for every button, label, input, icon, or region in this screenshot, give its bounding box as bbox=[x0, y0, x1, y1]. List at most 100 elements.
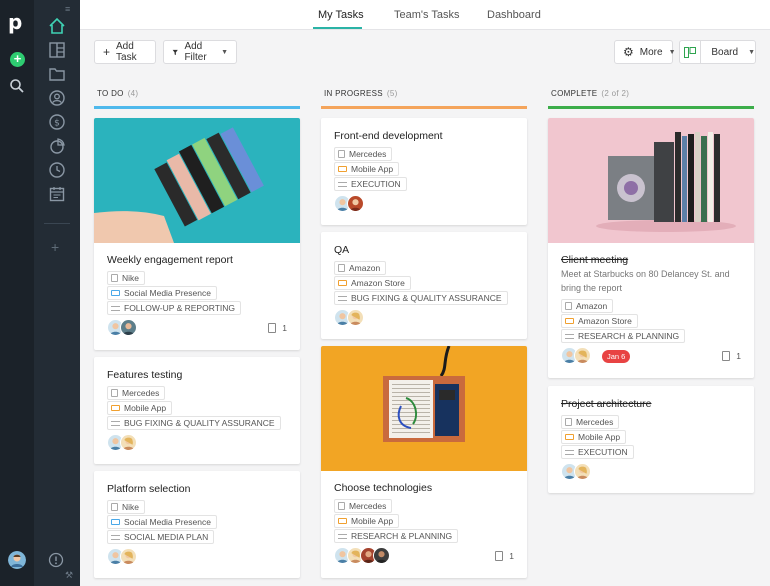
tag-stage[interactable]: BUG FIXING & QUALITY ASSURANCE bbox=[107, 416, 281, 430]
task-card[interactable]: Client meeting Meet at Starbucks on 80 D… bbox=[548, 118, 754, 378]
tag-label: FOLLOW-UP & REPORTING bbox=[124, 303, 235, 313]
due-date-badge[interactable]: Jan 6 bbox=[602, 350, 631, 363]
add-project-icon[interactable]: + bbox=[51, 239, 59, 255]
card-title[interactable]: Front-end development bbox=[334, 130, 443, 142]
column-count: (2 of 2) bbox=[601, 89, 630, 98]
folder-icon[interactable] bbox=[48, 65, 66, 83]
calendar-icon[interactable] bbox=[48, 185, 66, 203]
tag-project[interactable]: Mobile App bbox=[561, 430, 627, 444]
avatar[interactable] bbox=[347, 309, 364, 326]
tag-stage[interactable]: RESEARCH & PLANNING bbox=[561, 329, 686, 343]
task-card[interactable]: Front-end development Mercedes Mobile Ap… bbox=[321, 118, 527, 225]
assignees bbox=[107, 548, 137, 566]
tab-dashboard[interactable]: Dashboard bbox=[487, 9, 541, 21]
tag-stage[interactable]: BUG FIXING & QUALITY ASSURANCE bbox=[334, 291, 508, 305]
tab-teams-tasks[interactable]: Team's Tasks bbox=[394, 9, 459, 21]
attachments[interactable]: 1 bbox=[268, 323, 287, 333]
tag-client[interactable]: Mercedes bbox=[561, 415, 620, 429]
tag-client[interactable]: Mercedes bbox=[334, 147, 393, 161]
list-icon bbox=[338, 295, 347, 301]
tag-label: Mercedes bbox=[122, 388, 160, 398]
tab-my-tasks[interactable]: My Tasks bbox=[318, 9, 364, 21]
avatar[interactable] bbox=[120, 319, 137, 336]
avatar[interactable] bbox=[373, 547, 390, 564]
more-button[interactable]: ⚙ More ▼ bbox=[614, 40, 676, 64]
column-count: (5) bbox=[386, 89, 398, 98]
assignees bbox=[334, 309, 364, 327]
tag-label: RESEARCH & PLANNING bbox=[351, 531, 453, 541]
tag-label: EXECUTION bbox=[578, 447, 628, 457]
help-icon[interactable] bbox=[48, 552, 64, 568]
card-title[interactable]: Platform selection bbox=[107, 483, 190, 495]
card-title[interactable]: Weekly engagement report bbox=[107, 254, 233, 266]
client-icon bbox=[565, 302, 572, 310]
view-select[interactable]: Board ▼ bbox=[679, 40, 756, 64]
search-icon[interactable] bbox=[9, 78, 25, 94]
tag-project[interactable]: Mobile App bbox=[107, 401, 173, 415]
dollar-icon[interactable]: $ bbox=[48, 113, 66, 131]
column-accent bbox=[321, 106, 527, 109]
avatar[interactable] bbox=[347, 195, 364, 212]
tag-stage[interactable]: RESEARCH & PLANNING bbox=[334, 529, 459, 543]
avatar[interactable] bbox=[574, 347, 591, 364]
tag-project[interactable]: Social Media Presence bbox=[107, 286, 217, 300]
avatar[interactable] bbox=[8, 551, 26, 569]
folder-icon bbox=[565, 434, 574, 440]
main-area: My Tasks Team's Tasks Dashboard + Add Tas… bbox=[80, 0, 770, 586]
projects-icon[interactable] bbox=[48, 41, 66, 59]
card-title[interactable]: Client meeting bbox=[561, 254, 628, 266]
tag-client[interactable]: Mercedes bbox=[107, 386, 166, 400]
attachment-icon bbox=[495, 551, 504, 561]
add-filter-button[interactable]: Add Filter ▼ bbox=[163, 40, 237, 64]
task-card[interactable]: QA Amazon Amazon Store BUG FIXING & QUAL… bbox=[321, 232, 527, 339]
attachments[interactable]: 1 bbox=[495, 551, 514, 561]
tag-label: BUG FIXING & QUALITY ASSURANCE bbox=[124, 418, 275, 428]
plus-icon: + bbox=[103, 45, 111, 59]
logo-icon[interactable]: p bbox=[8, 12, 26, 32]
tag-stage[interactable]: EXECUTION bbox=[561, 445, 634, 459]
plus-icon[interactable]: + bbox=[10, 52, 25, 67]
tag-client[interactable]: Nike bbox=[107, 500, 146, 514]
tag-project[interactable]: Social Media Presence bbox=[107, 515, 217, 529]
tag-label: Amazon Store bbox=[351, 278, 405, 288]
tag-label: Mobile App bbox=[351, 164, 394, 174]
tag-project[interactable]: Amazon Store bbox=[561, 314, 638, 328]
chart-icon[interactable] bbox=[48, 137, 66, 155]
attachments[interactable]: 1 bbox=[722, 351, 741, 361]
card-title[interactable]: Features testing bbox=[107, 369, 182, 381]
home-icon[interactable] bbox=[48, 17, 66, 35]
tag-stage[interactable]: SOCIAL MEDIA PLAN bbox=[107, 530, 215, 544]
card-cover-image bbox=[548, 118, 754, 243]
column-title: IN PROGRESS bbox=[324, 89, 383, 98]
tag-stage[interactable]: EXECUTION bbox=[334, 177, 407, 191]
task-card[interactable]: Features testing Mercedes Mobile App BUG… bbox=[94, 357, 300, 464]
tag-project[interactable]: Amazon Store bbox=[334, 276, 411, 290]
tag-project[interactable]: Mobile App bbox=[334, 514, 400, 528]
column-accent bbox=[548, 106, 754, 109]
avatar[interactable] bbox=[120, 434, 137, 451]
task-card[interactable]: Project architecture Mercedes Mobile App… bbox=[548, 386, 754, 493]
card-title[interactable]: Project architecture bbox=[561, 398, 651, 410]
people-icon[interactable] bbox=[48, 89, 66, 107]
tag-client[interactable]: Mercedes bbox=[334, 499, 393, 513]
avatar[interactable] bbox=[120, 548, 137, 565]
more-label: More bbox=[639, 46, 663, 58]
card-title[interactable]: Choose technologies bbox=[334, 482, 432, 494]
task-card[interactable]: Platform selection Nike Social Media Pre… bbox=[94, 471, 300, 578]
add-task-button[interactable]: + Add Task bbox=[94, 40, 156, 64]
avatar[interactable] bbox=[574, 463, 591, 480]
tag-project[interactable]: Mobile App bbox=[334, 162, 400, 176]
collapse-icon[interactable]: ≡ bbox=[65, 4, 70, 14]
card-title[interactable]: QA bbox=[334, 244, 349, 256]
tag-client[interactable]: Nike bbox=[107, 271, 146, 285]
tag-stage[interactable]: FOLLOW-UP & REPORTING bbox=[107, 301, 241, 315]
tag-client[interactable]: Amazon bbox=[334, 261, 387, 275]
clock-icon[interactable] bbox=[48, 161, 66, 179]
list-icon bbox=[565, 449, 574, 455]
wrench-icon[interactable]: ⚒ bbox=[65, 570, 73, 581]
attachment-count: 1 bbox=[509, 551, 514, 561]
task-card[interactable]: Weekly engagement report Nike Social Med… bbox=[94, 118, 300, 350]
tag-client[interactable]: Amazon bbox=[561, 299, 614, 313]
tag-label: Mercedes bbox=[576, 417, 614, 427]
task-card[interactable]: Choose technologies Mercedes Mobile App … bbox=[321, 346, 527, 578]
